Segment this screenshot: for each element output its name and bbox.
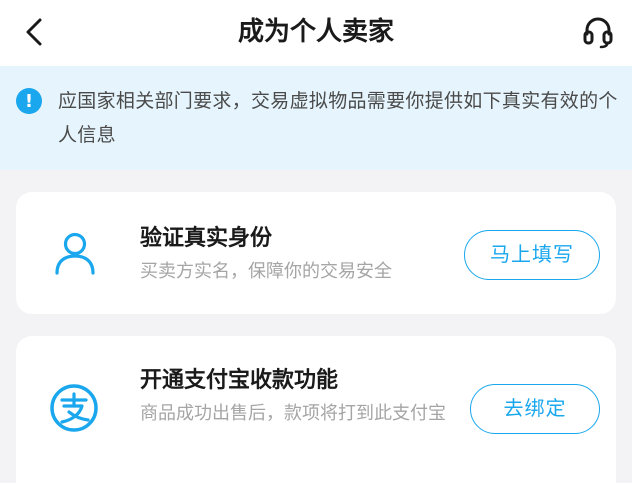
card-title: 验证真实身份 [140, 226, 273, 251]
notice-text: 应国家相关部门要求，交易虚拟物品需要你提供如下真实有效的个人信息 [58, 90, 618, 146]
alipay-icon [48, 382, 100, 434]
card-description: 买卖方实名，保障你的交易安全 [140, 261, 392, 282]
chevron-left-icon [26, 18, 42, 46]
card-description: 商品成功出售后，款项将打到此支付宝 [140, 403, 446, 424]
user-icon [52, 230, 98, 276]
alipay-card: 开通支付宝收款功能 商品成功出售后，款项将打到此支付宝 去绑定 [16, 336, 616, 483]
back-button[interactable] [14, 12, 54, 52]
top-bar: 成为个人卖家 [0, 0, 632, 66]
customer-service-button[interactable] [578, 12, 618, 52]
card-title: 开通支付宝收款功能 [140, 368, 339, 393]
fill-now-button[interactable]: 马上填写 [464, 230, 600, 280]
bind-button[interactable]: 去绑定 [470, 384, 600, 434]
verify-identity-card: 验证真实身份 买卖方实名，保障你的交易安全 马上填写 [16, 192, 616, 314]
page-title: 成为个人卖家 [237, 17, 394, 47]
info-icon: ! [16, 88, 42, 114]
headset-icon [583, 17, 613, 49]
